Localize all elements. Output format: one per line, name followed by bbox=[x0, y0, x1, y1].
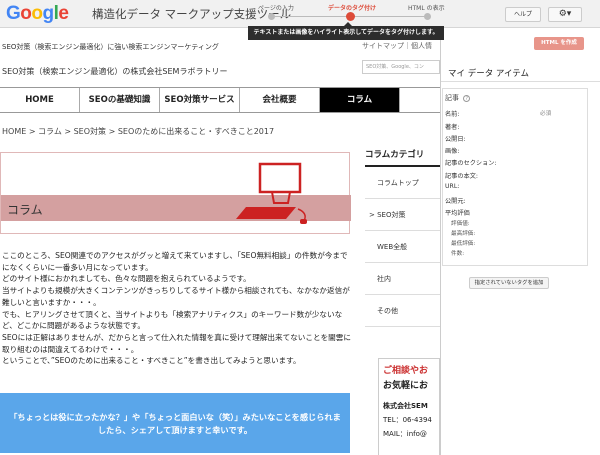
step-label-tagging: データのタグ付け bbox=[328, 5, 377, 12]
article-body[interactable]: ここのところ、SEO関連でのアクセスがグッと増えて来ていますし、「SEO無料相談… bbox=[2, 250, 354, 367]
nav-seo-basics[interactable]: SEOの基礎知識 bbox=[80, 88, 160, 112]
google-logo: Google bbox=[6, 3, 69, 24]
field-article-body[interactable]: 記事の本文: bbox=[445, 171, 478, 180]
sidebar-item-seo[interactable]: > SEO対策 bbox=[365, 199, 440, 231]
item-type-label: 記事 bbox=[445, 94, 459, 102]
site-nav: HOME SEOの基礎知識 SEO対策サービス 会社概要 コラム bbox=[0, 87, 440, 113]
field-date-published[interactable]: 公開日: bbox=[445, 134, 466, 143]
create-html-button[interactable]: HTML を作成 bbox=[534, 37, 584, 50]
instruction-tooltip: テキストまたは画像をハイライト表示してデータをタグ付けします。 bbox=[248, 22, 444, 40]
help-button[interactable]: ヘルプ bbox=[505, 7, 541, 22]
body-paragraph[interactable]: SEOには正解はありませんが、だからと言って仕入れた情報を真に受けて理解出来てな… bbox=[2, 332, 354, 355]
site-search-input[interactable]: SEO対策、Google、コン bbox=[362, 60, 440, 74]
nav-company[interactable]: 会社概要 bbox=[240, 88, 320, 112]
field-best-rating[interactable]: 最高評価: bbox=[451, 229, 475, 237]
site-top-links[interactable]: サイトマップ｜個人情 bbox=[362, 41, 432, 51]
field-aggregate-rating[interactable]: 平均評価 bbox=[445, 208, 470, 217]
contact-mail: MAIL：info@ bbox=[383, 430, 427, 438]
panel-divider bbox=[441, 81, 600, 82]
step-dot-html[interactable] bbox=[424, 13, 431, 20]
settings-button[interactable]: ⚙▾ bbox=[548, 7, 582, 22]
body-paragraph[interactable]: 当サイトよりも規模が大きくコンテンツがきっちりしてるサイト様から相談されても、な… bbox=[2, 285, 354, 308]
field-article-section[interactable]: 記事のセクション: bbox=[445, 158, 497, 167]
field-image[interactable]: 画像: bbox=[445, 146, 459, 155]
nav-seo-services[interactable]: SEO対策サービス bbox=[160, 88, 240, 112]
field-worst-rating[interactable]: 最低評価: bbox=[451, 239, 475, 247]
sidebar-title: コラムカテゴリ bbox=[365, 148, 440, 167]
required-label: 必須 bbox=[540, 111, 552, 117]
sidebar-item-column-top[interactable]: コラムトップ bbox=[365, 167, 440, 199]
column-category-sidebar: コラムカテゴリ コラムトップ > SEO対策 WEB全般 社内 その他 bbox=[365, 148, 440, 327]
step-dot-tagging[interactable] bbox=[346, 12, 355, 21]
body-paragraph[interactable]: ここのところ、SEO関連でのアクセスがグッと増えて来ていますし、「SEO無料相談… bbox=[2, 250, 354, 273]
add-missing-tags-button[interactable]: 指定されていないタグを追加 bbox=[469, 277, 549, 289]
share-banner[interactable]: 「ちょっとは役に立ったかな？」や「ちょっと面白いな（笑）」みたいなことを感じられ… bbox=[0, 393, 350, 453]
field-author[interactable]: 著者: bbox=[445, 122, 459, 131]
gear-icon: ⚙ bbox=[558, 9, 567, 19]
tool-header: Google 構造化データ マークアップ支援ツール ページの入力 データのタグ付… bbox=[0, 0, 600, 28]
field-name[interactable]: 名前: bbox=[445, 109, 459, 118]
contact-tel: TEL：06-4394 bbox=[383, 416, 432, 424]
article-hero-image[interactable]: コラム bbox=[0, 152, 351, 234]
nav-home[interactable]: HOME bbox=[0, 88, 80, 112]
field-publisher[interactable]: 公開元: bbox=[445, 196, 466, 205]
help-icon[interactable]: ? bbox=[463, 95, 471, 102]
tagged-website: SEO対策（検索エンジン最適化）に強い検索エンジンマーケティング SEO対策（検… bbox=[0, 28, 440, 455]
sidebar-item-web[interactable]: WEB全般 bbox=[365, 231, 440, 263]
contact-company: 株式会社SEM bbox=[383, 402, 428, 410]
breadcrumb[interactable]: HOME > コラム > SEO対策 > SEOのために出来ること・すべきこと2… bbox=[2, 126, 274, 137]
body-paragraph[interactable]: どのサイト様におかれましても、色々な問題を抱えられているようです。 bbox=[2, 273, 354, 285]
field-rating-value[interactable]: 評価値: bbox=[451, 219, 470, 227]
sidebar-item-internal[interactable]: 社内 bbox=[365, 263, 440, 295]
contact-box[interactable]: ご相談やお お気軽にお 株式会社SEM TEL：06-4394 MAIL：inf… bbox=[378, 358, 440, 455]
chevron-down-icon: ▾ bbox=[566, 9, 572, 19]
contact-heading: ご相談やお bbox=[383, 366, 429, 376]
panel-title: マイ データ アイテム bbox=[448, 69, 530, 79]
site-tagline[interactable]: SEO対策（検索エンジン最適化）に強い検索エンジンマーケティング bbox=[2, 42, 219, 52]
step-label-html: HTML の表示 bbox=[408, 5, 445, 12]
field-rating-count[interactable]: 件数: bbox=[451, 249, 464, 257]
banner-line: 「ちょっとは役に立ったかな？」や「ちょっと面白いな（笑）」みたいなことを感じられ… bbox=[9, 412, 341, 422]
item-type-header: 記事 ? bbox=[445, 93, 471, 103]
sidebar-item-other[interactable]: その他 bbox=[365, 295, 440, 327]
step-label-input: ページの入力 bbox=[258, 5, 294, 12]
step-dot-input[interactable] bbox=[268, 13, 275, 20]
nav-column[interactable]: コラム bbox=[320, 88, 400, 112]
contact-subheading: お気軽にお bbox=[383, 381, 429, 391]
site-company[interactable]: SEO対策（検索エンジン最適化）の株式会社SEMラボラトリー bbox=[2, 66, 227, 77]
banner-line: したら、シェアして頂けますと幸いです。 bbox=[97, 425, 253, 435]
body-paragraph[interactable]: でも、ヒアリングさせて頂くと、当サイトよりも「検索アナリティクス」のキーワード数… bbox=[2, 309, 354, 332]
field-url[interactable]: URL: bbox=[445, 183, 459, 190]
computer-icon bbox=[236, 162, 307, 224]
body-paragraph[interactable]: ということで、”SEOのために出来ること・すべきこと”を書き出してみようと思いま… bbox=[2, 355, 354, 367]
hero-label: コラム bbox=[7, 203, 43, 217]
